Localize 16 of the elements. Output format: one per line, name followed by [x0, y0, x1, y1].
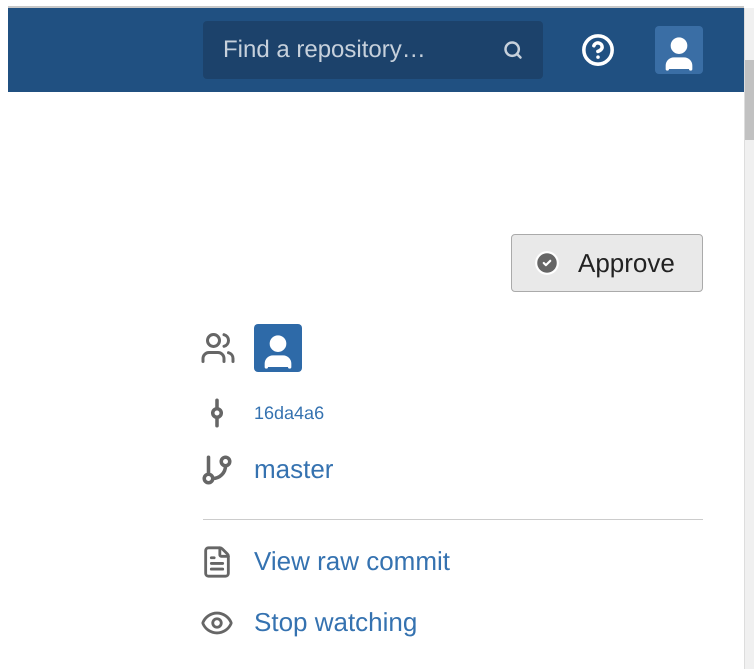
commit-hash-link[interactable]: 16da4a6 — [254, 400, 324, 426]
action-link[interactable]: View raw commit — [254, 542, 450, 581]
search-field[interactable]: Find a repository… — [203, 21, 543, 79]
search-icon[interactable] — [503, 40, 523, 60]
branch-link[interactable]: master — [254, 450, 334, 489]
user-avatar[interactable] — [655, 26, 703, 74]
reviewer-avatar[interactable] — [254, 324, 302, 372]
branch-icon — [200, 452, 234, 486]
scrollbar-thumb[interactable] — [745, 60, 754, 140]
help-icon[interactable] — [581, 33, 615, 67]
reviewers-icon — [200, 330, 236, 366]
check-icon — [534, 250, 560, 276]
scrollbar[interactable] — [744, 8, 754, 669]
action-link[interactable]: Stop watching — [254, 603, 418, 642]
search-input[interactable]: Find a repository… — [223, 32, 503, 68]
approve-button[interactable]: Approve — [511, 234, 703, 292]
